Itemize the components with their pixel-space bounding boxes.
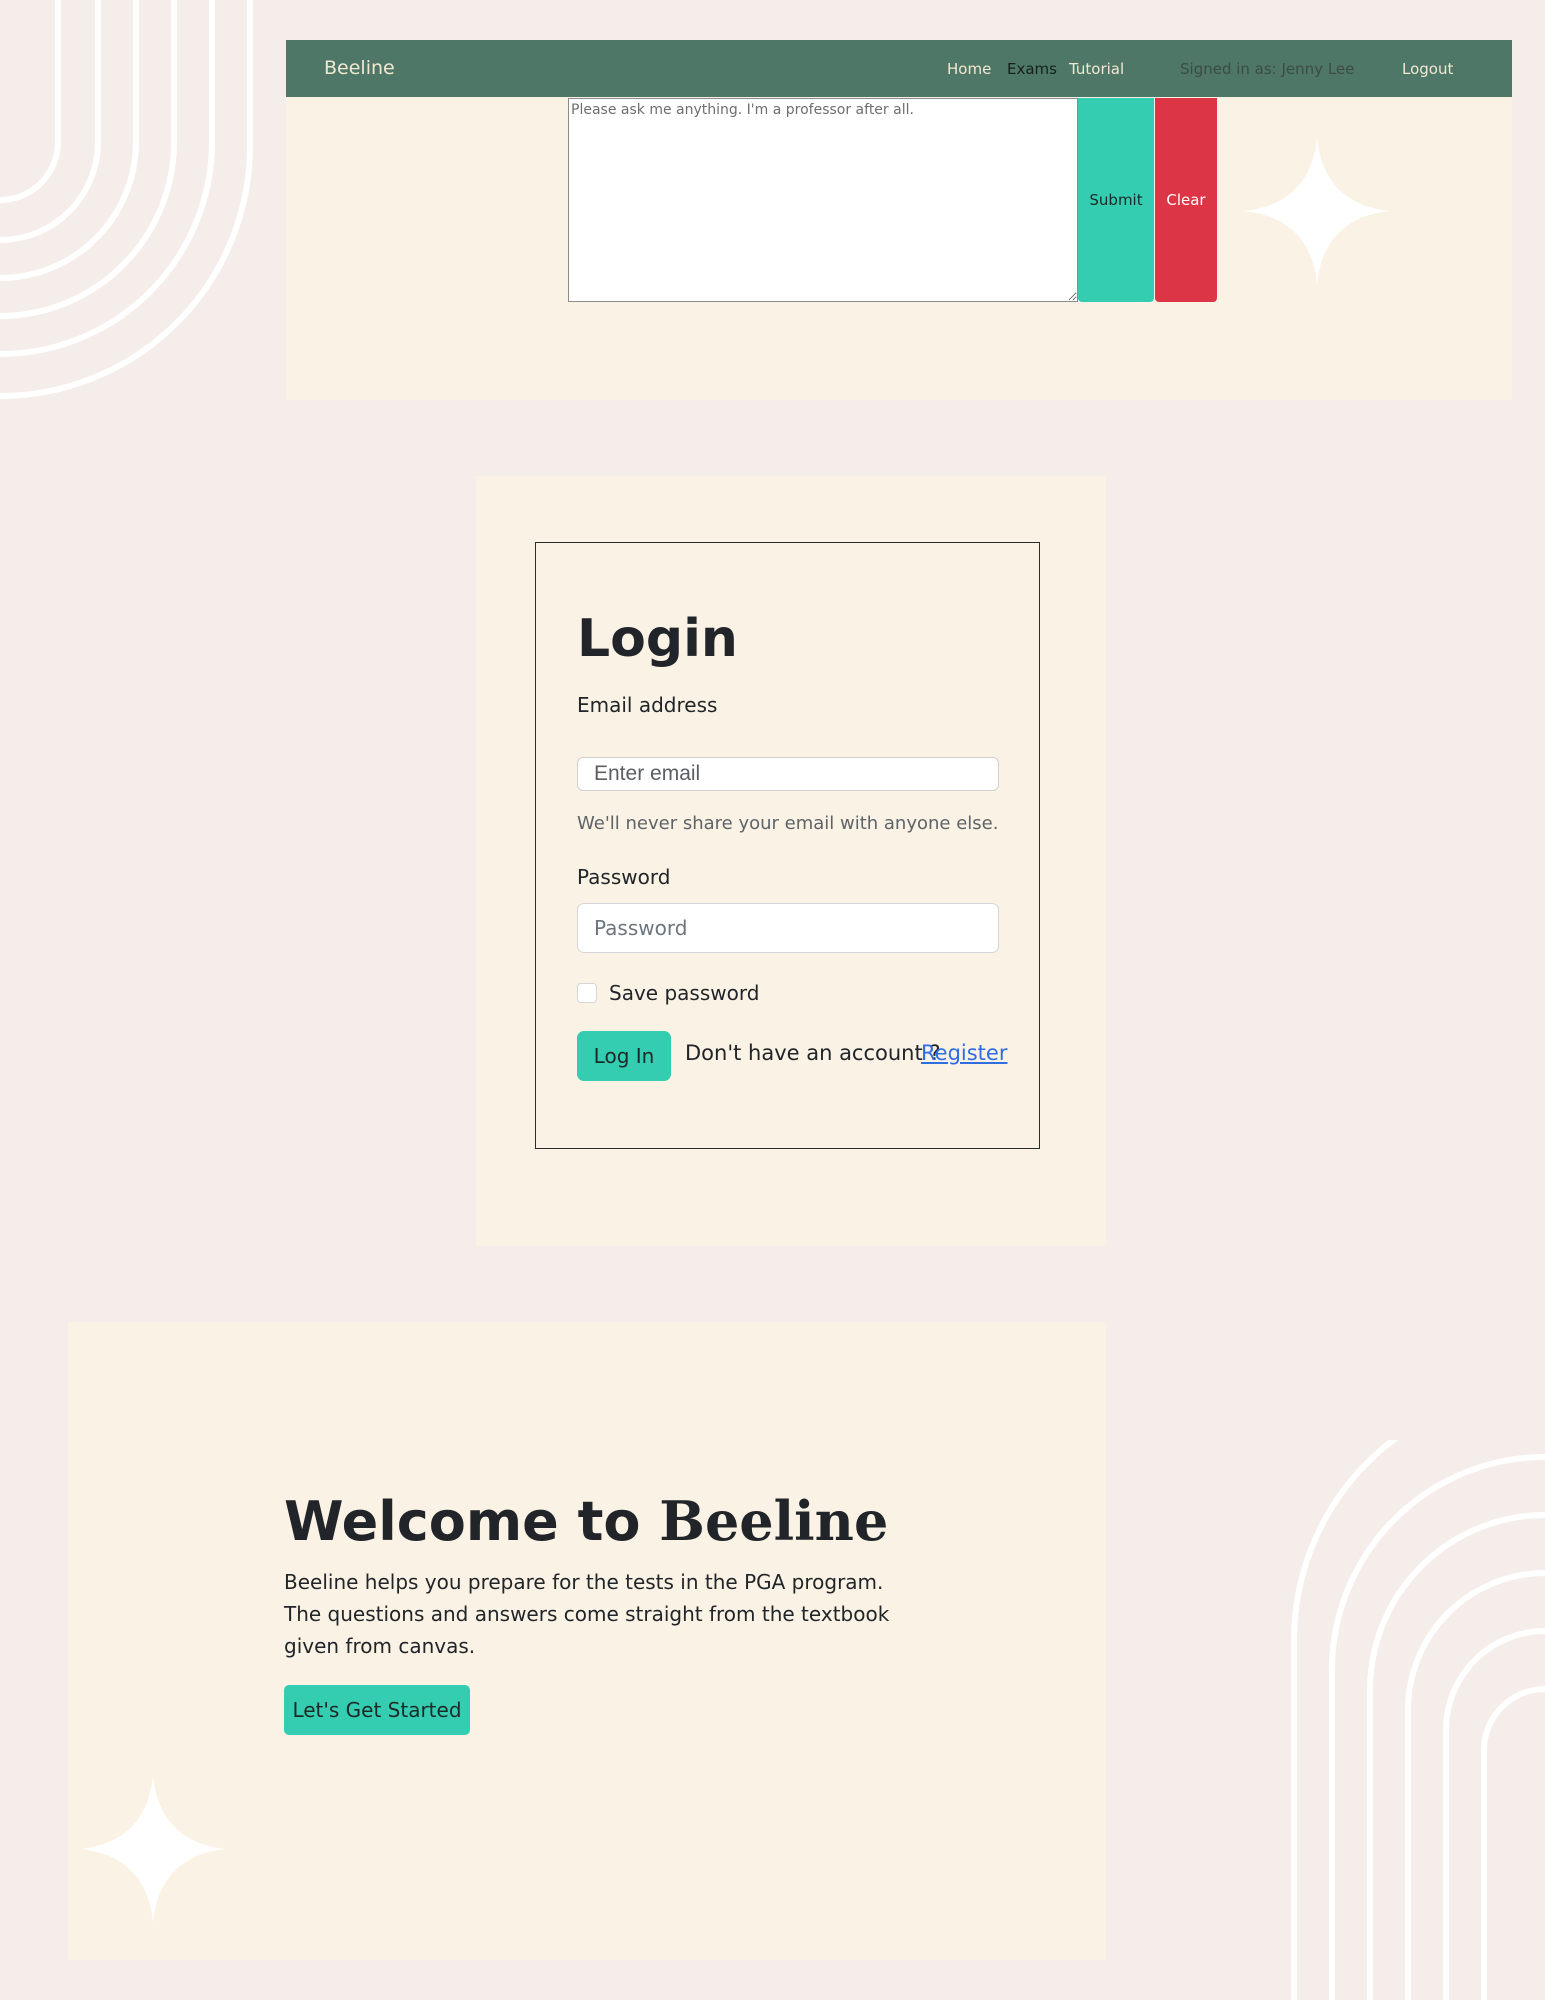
sparkle-icon — [80, 1776, 226, 1922]
save-password-label[interactable]: Save password — [609, 981, 759, 1005]
email-help-text: We'll never share your email with anyone… — [577, 813, 999, 834]
welcome-panel: Welcome to Beeline Beeline helps you pre… — [68, 1322, 1106, 1960]
navbar: Beeline Home Exams Tutorial Signed in as… — [286, 40, 1512, 97]
nav-link-exams[interactable]: Exams — [1007, 60, 1057, 78]
decorative-arches-top-left — [0, 0, 253, 399]
decorative-arches-bottom-right — [1291, 1440, 1545, 2000]
submit-button[interactable]: Submit — [1078, 98, 1154, 302]
login-panel: Login Email address We'll never share yo… — [476, 476, 1106, 1246]
question-panel: Beeline Home Exams Tutorial Signed in as… — [286, 40, 1512, 400]
signed-in-text: Signed in as: Jenny Lee — [1180, 60, 1355, 78]
email-input[interactable] — [577, 757, 999, 791]
navbar-brand[interactable]: Beeline — [324, 57, 395, 79]
welcome-title-prefix: Welcome to — [284, 1490, 660, 1553]
password-label: Password — [577, 865, 671, 889]
logout-link[interactable]: Logout — [1402, 60, 1453, 78]
email-label: Email address — [577, 693, 718, 717]
welcome-title-brand: Beeline — [659, 1489, 889, 1553]
nav-link-home[interactable]: Home — [947, 60, 991, 78]
get-started-button[interactable]: Let's Get Started — [284, 1685, 470, 1735]
save-password-checkbox[interactable] — [577, 983, 597, 1003]
login-title: Login — [577, 609, 738, 669]
login-button[interactable]: Log In — [577, 1031, 671, 1081]
register-link[interactable]: Register — [921, 1041, 1007, 1065]
sparkle-icon — [1244, 138, 1390, 284]
password-input[interactable] — [577, 903, 999, 953]
welcome-title: Welcome to Beeline — [284, 1489, 889, 1553]
nav-link-tutorial[interactable]: Tutorial — [1069, 60, 1124, 78]
welcome-description: Beeline helps you prepare for the tests … — [284, 1570, 890, 1658]
login-form: Login Email address We'll never share yo… — [535, 542, 1040, 1149]
question-textarea[interactable] — [568, 98, 1078, 302]
no-account-text: Don't have an account ? — [685, 1041, 941, 1065]
clear-button[interactable]: Clear — [1155, 98, 1217, 302]
